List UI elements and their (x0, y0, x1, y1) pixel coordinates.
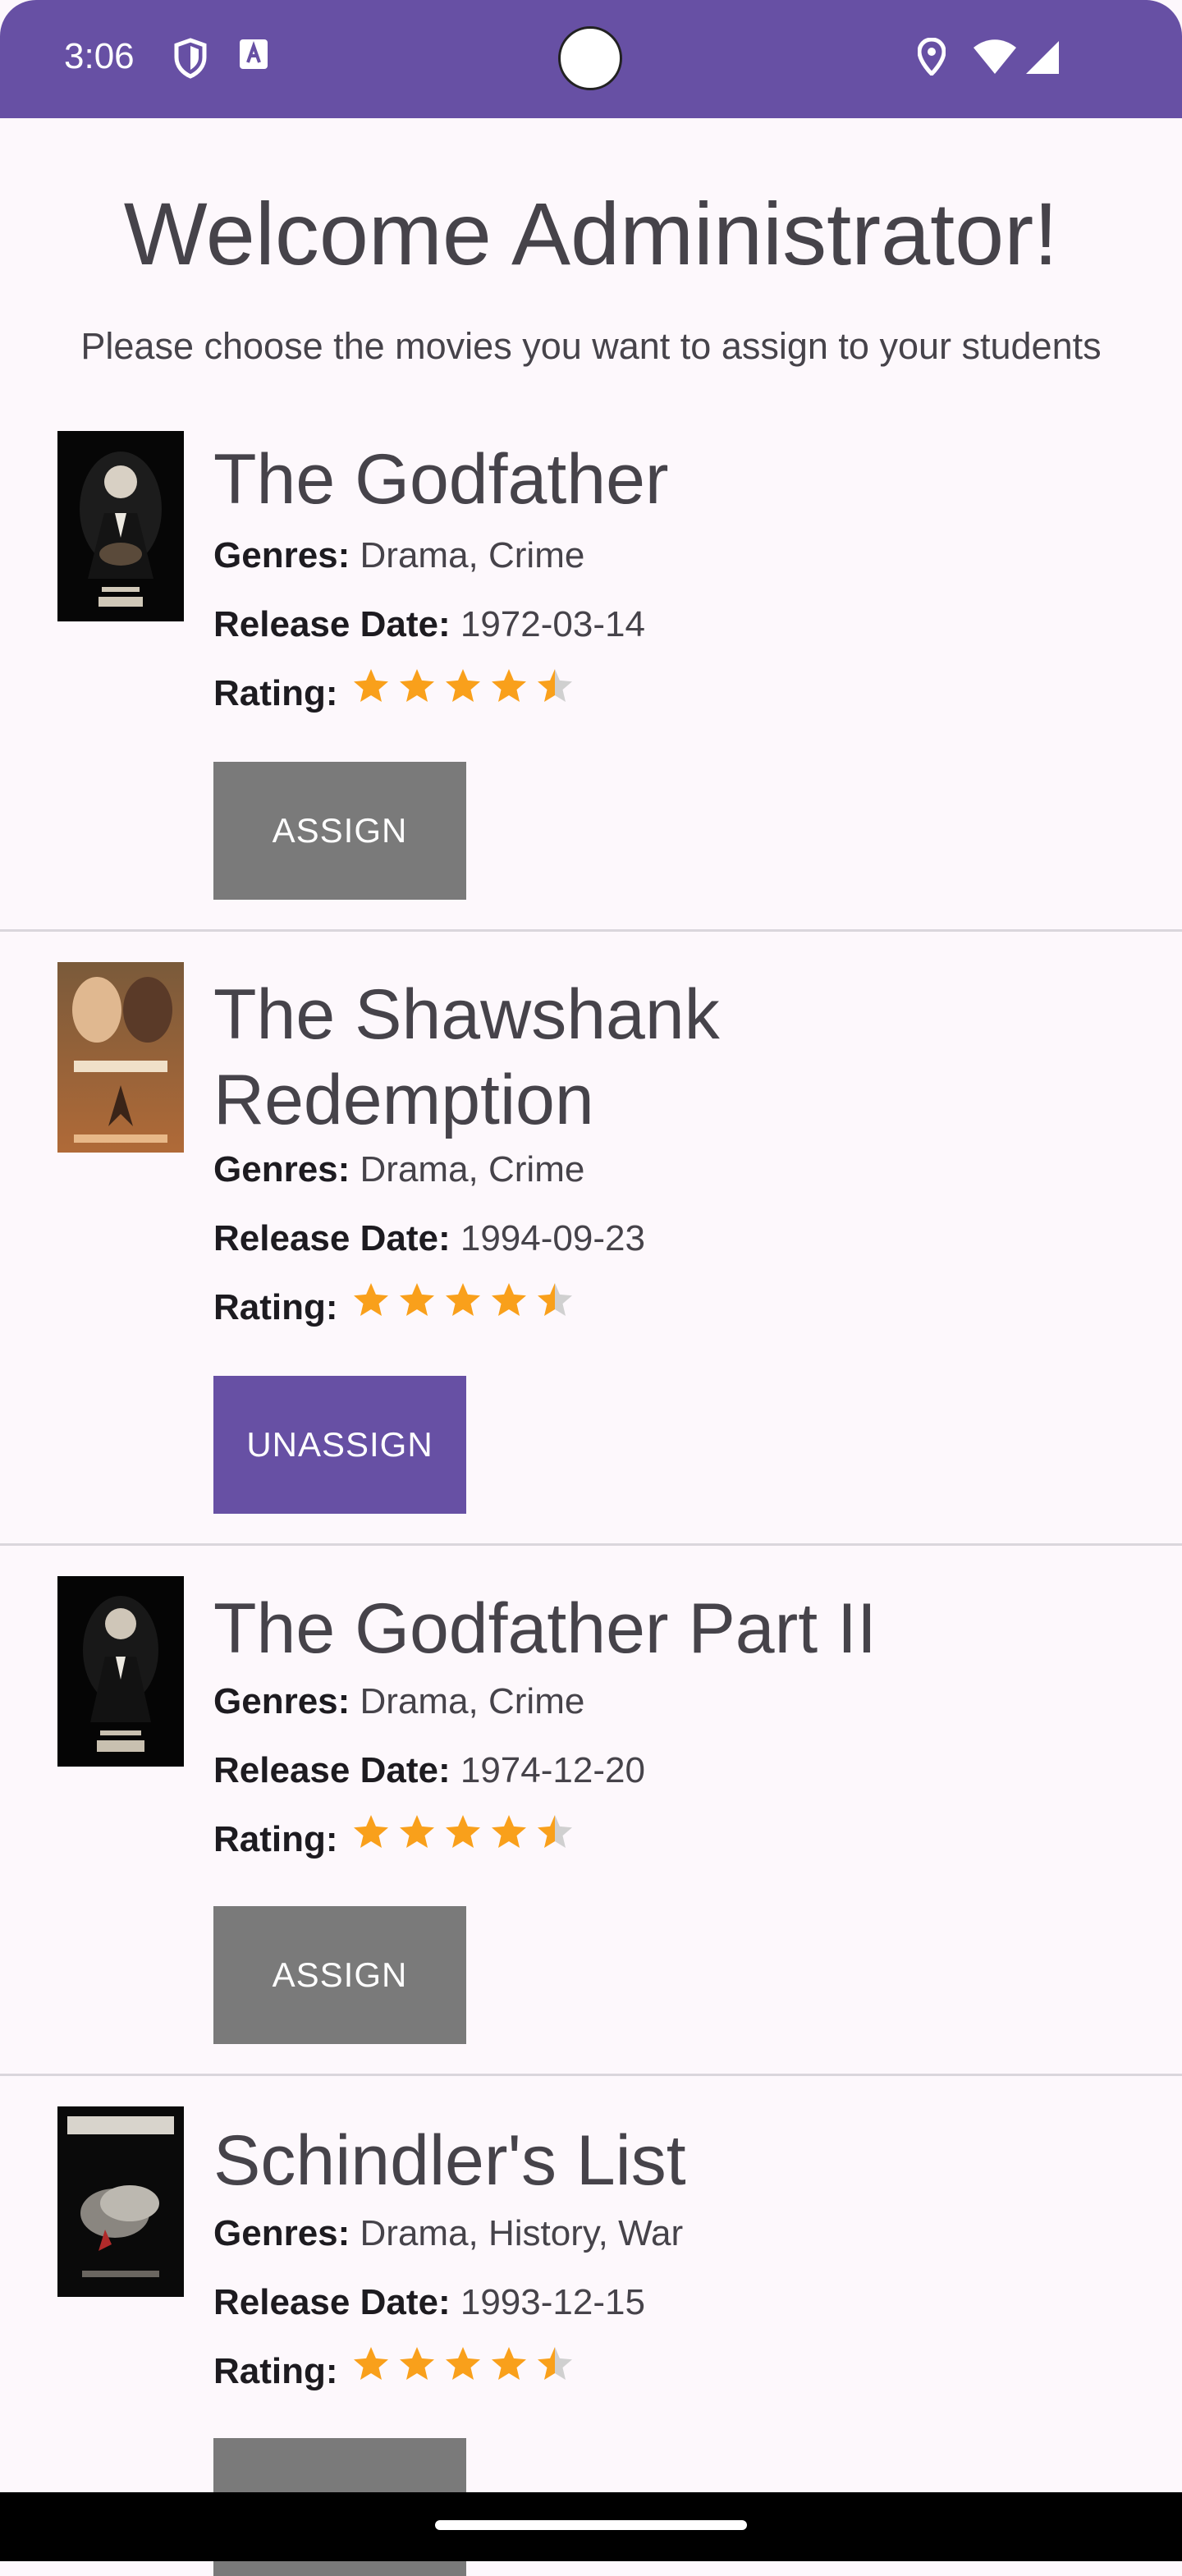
movie-release-date: Release Date: 1974-12-20 (213, 1750, 645, 1791)
movie-genres: Genres: Drama, Crime (213, 1149, 584, 1190)
star-icon (354, 1815, 388, 1848)
page-subtitle: Please choose the movies you want to ass… (80, 325, 1102, 367)
status-time: 3:06 (64, 36, 135, 76)
assign-button[interactable]: ASSIGN (213, 1906, 466, 2044)
release-date-value: 1993-12-15 (460, 2282, 645, 2322)
movie-rating: Rating: (213, 1287, 338, 1328)
star-icon (446, 669, 480, 702)
location-icon (918, 38, 946, 76)
movie-rating: Rating: (213, 2351, 338, 2392)
genres-value: Drama, Crime (360, 535, 585, 575)
genres-value: Drama, Crime (360, 1681, 585, 1721)
star-icon (400, 1815, 434, 1848)
keyboard-icon (240, 39, 268, 69)
navigation-bar (0, 2492, 1182, 2561)
star-icon (400, 669, 434, 702)
page-title: Welcome Administrator! (123, 184, 1059, 283)
star-icon (538, 2347, 572, 2380)
genres-value: Drama, History, War (360, 2213, 684, 2253)
star-icon (400, 2347, 434, 2380)
movie-genres: Genres: Drama, Crime (213, 535, 584, 576)
star-icon (492, 1815, 526, 1848)
genres-value: Drama, Crime (360, 1149, 585, 1189)
movie-poster[interactable] (57, 1576, 184, 1767)
genres-label: Genres: (213, 1681, 350, 1721)
release-date-value: 1972-03-14 (460, 604, 645, 644)
genres-label: Genres: (213, 2213, 350, 2253)
star-icon (446, 1283, 480, 1316)
movie-release-date: Release Date: 1972-03-14 (213, 604, 645, 645)
movie-genres: Genres: Drama, Crime (213, 1681, 584, 1722)
movie-title: The Godfather Part II (213, 1589, 877, 1668)
star-icon (354, 1283, 388, 1316)
rating-stars (351, 667, 581, 712)
release-date-value: 1994-09-23 (460, 1218, 645, 1258)
rating-label: Rating: (213, 1287, 338, 1327)
rating-star-row (354, 669, 572, 702)
movie-rating: Rating: (213, 1819, 338, 1860)
divider (0, 2074, 1182, 2076)
movie-title: Schindler's List (213, 2121, 686, 2200)
divider (0, 929, 1182, 932)
star-icon (492, 669, 526, 702)
rating-label: Rating: (213, 1819, 338, 1859)
rating-star-row (354, 2347, 572, 2380)
release-date-label: Release Date: (213, 1750, 451, 1790)
star-icon (354, 669, 388, 702)
movie-poster[interactable] (57, 2106, 184, 2297)
release-date-label: Release Date: (213, 604, 451, 644)
status-bar: 3:06 (0, 0, 1182, 118)
movie-title: The Godfather (213, 440, 669, 519)
movie-poster[interactable] (57, 431, 184, 621)
star-icon (538, 1283, 572, 1316)
divider (0, 1543, 1182, 1546)
rating-star-row (354, 1815, 572, 1848)
star-icon (538, 1815, 572, 1848)
star-icon (400, 1283, 434, 1316)
star-icon (538, 669, 572, 702)
rating-stars (351, 1281, 581, 1326)
movie-genres: Genres: Drama, History, War (213, 2213, 683, 2254)
camera-cutout (558, 26, 622, 90)
rating-label: Rating: (213, 2351, 338, 2391)
signal-icon (1026, 41, 1059, 74)
star-icon (492, 2347, 526, 2380)
release-date-label: Release Date: (213, 1218, 451, 1258)
movie-title: The Shawshank Redemption (213, 975, 720, 1139)
assign-button[interactable]: ASSIGN (213, 762, 466, 900)
star-icon (354, 2347, 388, 2380)
wifi-icon (974, 39, 1016, 74)
genres-label: Genres: (213, 1149, 350, 1189)
unassign-button[interactable]: UNASSIGN (213, 1376, 466, 1514)
rating-label: Rating: (213, 673, 338, 713)
rating-stars (351, 2345, 581, 2390)
movie-release-date: Release Date: 1993-12-15 (213, 2282, 645, 2323)
movie-poster[interactable] (57, 962, 184, 1153)
movie-release-date: Release Date: 1994-09-23 (213, 1218, 645, 1259)
rating-stars (351, 1813, 581, 1858)
movie-rating: Rating: (213, 673, 338, 714)
genres-label: Genres: (213, 535, 350, 575)
rating-star-row (354, 1283, 572, 1316)
star-icon (446, 2347, 480, 2380)
star-icon (446, 1815, 480, 1848)
star-icon (492, 1283, 526, 1316)
home-gesture-handle[interactable] (435, 2520, 747, 2530)
release-date-value: 1974-12-20 (460, 1750, 645, 1790)
shield-icon (174, 38, 207, 79)
release-date-label: Release Date: (213, 2282, 451, 2322)
